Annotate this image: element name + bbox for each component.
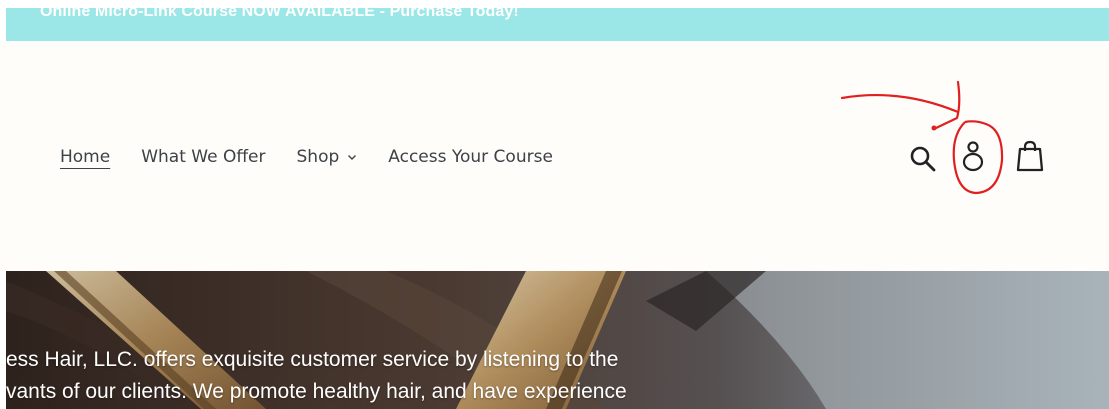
nav-item-home[interactable]: Home	[60, 147, 110, 167]
account-icon	[962, 141, 984, 172]
nav-item-shop-label: Shop	[296, 147, 340, 167]
nav-item-access-your-course[interactable]: Access Your Course	[388, 147, 553, 167]
chevron-down-icon	[347, 154, 357, 161]
main-nav: Home What We Offer Shop Access Your Cour…	[60, 145, 553, 169]
hero-text-line-1: ess Hair, LLC. offers exquisite customer…	[6, 348, 619, 371]
account-button[interactable]	[958, 140, 988, 174]
announcement-text[interactable]: Online Micro-Link Course NOW AVAILABLE -…	[40, 8, 519, 21]
search-icon	[910, 146, 936, 172]
site-header: Home What We Offer Shop Access Your Cour…	[0, 41, 1109, 271]
cart-icon	[1016, 140, 1044, 172]
hero-banner: ess Hair, LLC. offers exquisite customer…	[6, 271, 1109, 409]
announcement-bar[interactable]: Online Micro-Link Course NOW AVAILABLE -…	[6, 8, 1109, 41]
hero-text-line-2: vants of our clients. We promote healthy…	[6, 380, 627, 403]
cart-button[interactable]	[1014, 140, 1046, 174]
search-button[interactable]	[908, 144, 938, 174]
nav-item-what-we-offer[interactable]: What We Offer	[141, 147, 265, 167]
nav-item-shop[interactable]: Shop	[297, 147, 358, 167]
hero-description: ess Hair, LLC. offers exquisite customer…	[6, 344, 627, 408]
